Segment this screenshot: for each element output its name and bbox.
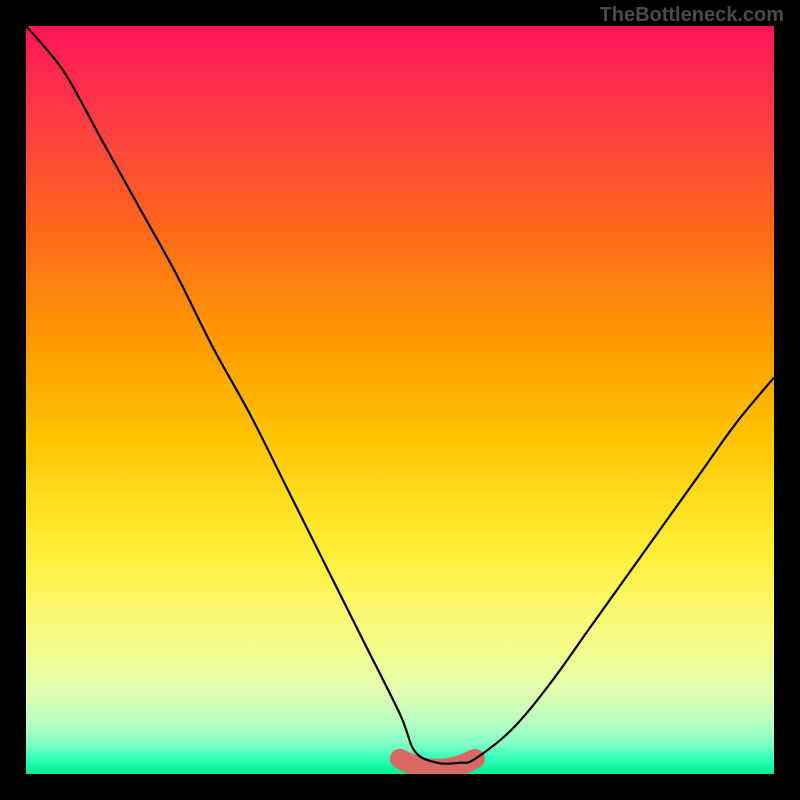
chart-plot-area	[26, 26, 774, 774]
watermark-text: TheBottleneck.com	[600, 4, 784, 27]
chart-svg	[26, 26, 774, 774]
bottleneck-curve-line	[26, 26, 774, 764]
